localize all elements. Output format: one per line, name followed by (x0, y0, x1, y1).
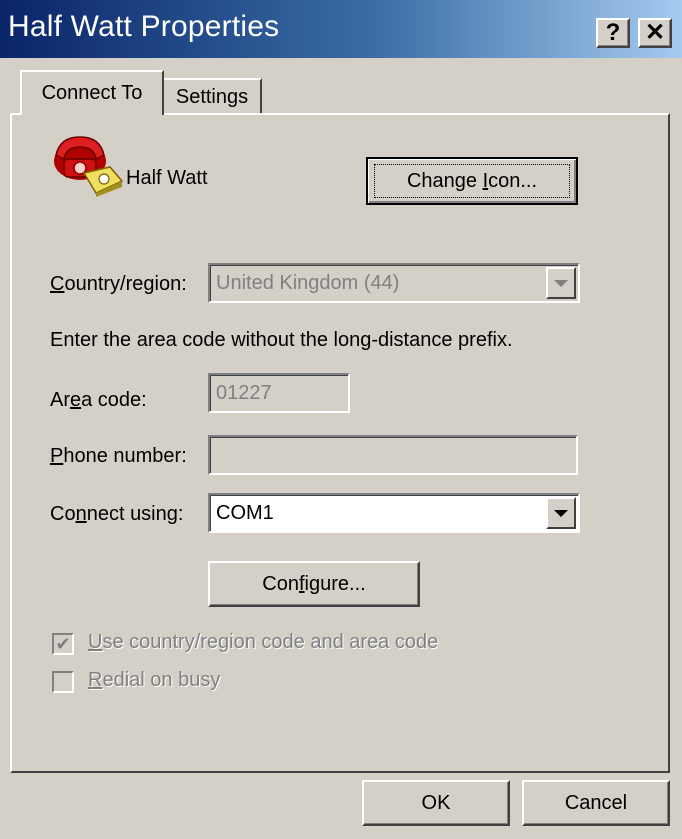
window-title: Half Watt Properties (8, 10, 280, 43)
country-region-value: United Kingdom (44) (216, 271, 400, 294)
area-code-value: 01227 (216, 381, 272, 404)
cancel-button[interactable]: Cancel (522, 780, 670, 826)
connect-using-value: COM1 (216, 501, 274, 524)
help-button[interactable]: ? (596, 18, 630, 48)
close-icon: ✕ (644, 19, 666, 46)
connect-using-dropdown-button[interactable] (546, 497, 576, 529)
phone-number-label: Phone number: (50, 445, 187, 467)
configure-label: Configure... (262, 572, 366, 595)
red-telephone-icon (50, 133, 126, 197)
focus-indicator (374, 164, 570, 198)
use-country-code-label: Use country/region code and area code (88, 631, 439, 653)
connection-name: Half Watt (126, 167, 208, 189)
use-country-code-checkbox[interactable]: ✔ (52, 633, 74, 655)
title-bar[interactable]: Half Watt Properties ? ✕ (0, 0, 682, 58)
tab-label: Settings (175, 85, 249, 108)
help-icon: ? (605, 19, 621, 46)
tab-connect-to[interactable]: Connect To (20, 70, 164, 115)
checkmark-icon: ✔ (55, 634, 71, 654)
ok-button[interactable]: OK (362, 780, 510, 826)
tab-label: Connect To (41, 82, 143, 104)
connect-using-select[interactable]: COM1 (208, 493, 580, 533)
country-dropdown-button[interactable] (546, 267, 576, 299)
area-code-input[interactable]: 01227 (208, 373, 350, 413)
area-code-label: Area code: (50, 389, 147, 411)
chevron-down-icon (554, 509, 568, 517)
ok-label: OK (421, 791, 451, 814)
tab-settings[interactable]: Settings (164, 78, 262, 114)
cancel-label: Cancel (564, 791, 628, 814)
configure-button[interactable]: Configure... (208, 561, 420, 607)
country-region-label: Country/region: (50, 273, 187, 295)
chevron-down-icon (554, 279, 568, 287)
connect-using-label: Connect using: (50, 503, 184, 525)
phone-number-input[interactable] (208, 435, 578, 475)
redial-on-busy-label: Redial on busy (88, 669, 221, 691)
country-region-select[interactable]: United Kingdom (44) (208, 263, 580, 303)
close-button[interactable]: ✕ (638, 18, 672, 48)
area-code-instruction: Enter the area code without the long-dis… (50, 329, 513, 351)
tab-panel: Half Watt Change Icon... Country/region:… (10, 113, 670, 773)
change-icon-button[interactable]: Change Icon... (366, 157, 578, 205)
redial-on-busy-checkbox[interactable] (52, 671, 74, 693)
